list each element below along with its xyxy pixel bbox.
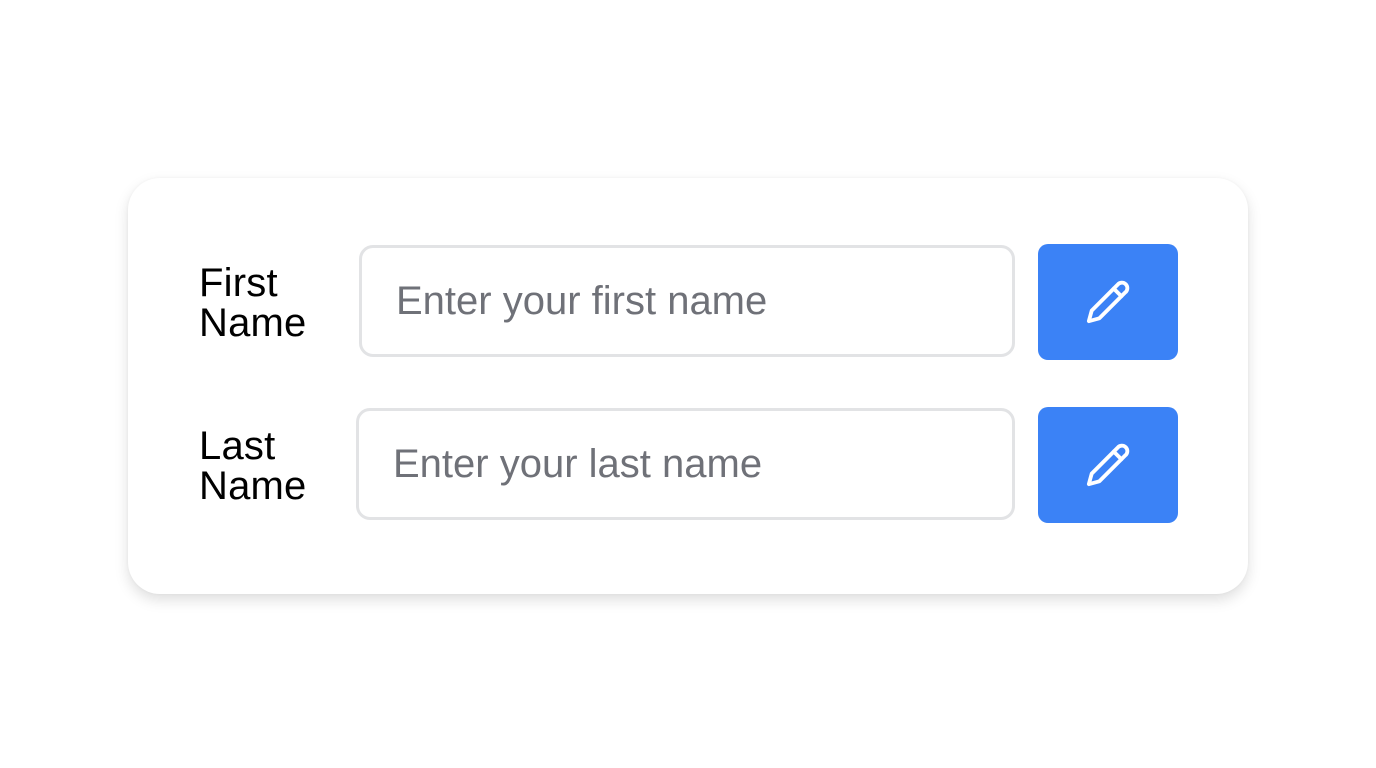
last-name-label: Last Name bbox=[199, 426, 329, 506]
name-form-card: First Name Last Name bbox=[128, 178, 1248, 594]
last-name-input[interactable] bbox=[356, 408, 1015, 520]
edit-first-name-button[interactable] bbox=[1038, 244, 1178, 360]
last-name-label-line-1: Last bbox=[199, 424, 276, 468]
first-name-label-line-2: Name bbox=[199, 301, 307, 345]
first-name-label: First Name bbox=[199, 263, 329, 343]
last-name-label-line-2: Name bbox=[199, 464, 307, 508]
pencil-icon bbox=[1085, 442, 1131, 488]
first-name-label-line-1: First bbox=[199, 261, 278, 305]
first-name-input[interactable] bbox=[359, 245, 1015, 357]
pencil-icon bbox=[1085, 279, 1131, 325]
edit-last-name-button[interactable] bbox=[1038, 407, 1178, 523]
